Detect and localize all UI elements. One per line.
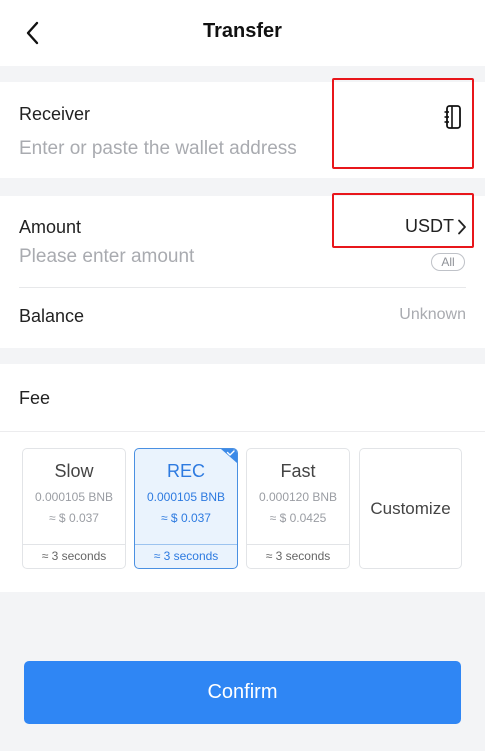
fee-option-slow[interactable]: Slow 0.000105 BNB ≈ $ 0.037 ≈ 3 seconds bbox=[22, 448, 126, 569]
receiver-label: Receiver bbox=[19, 104, 91, 124]
fee-option-usd: ≈ $ 0.0425 bbox=[269, 511, 327, 525]
customize-fee-button[interactable]: Customize bbox=[359, 448, 462, 569]
fee-section: Fee Slow 0.000105 BNB ≈ $ 0.037 ≈ 3 seco… bbox=[0, 364, 485, 592]
app-header: Transfer bbox=[0, 0, 485, 66]
fee-option-fast[interactable]: Fast 0.000120 BNB ≈ $ 0.0425 ≈ 3 seconds bbox=[246, 448, 350, 569]
amount-input[interactable]: Please enter amount bbox=[19, 246, 194, 268]
token-selector-highlight bbox=[332, 193, 474, 248]
fee-option-name: REC bbox=[166, 461, 205, 481]
fee-option-rec[interactable]: REC 0.000105 BNB ≈ $ 0.037 ≈ 3 seconds bbox=[134, 448, 238, 569]
address-book-highlight bbox=[332, 78, 474, 169]
amount-label: Amount bbox=[19, 217, 82, 237]
page-title: Transfer bbox=[203, 20, 282, 42]
fee-option-bnb: 0.000120 BNB bbox=[258, 490, 338, 504]
receiver-section: Receiver Enter or paste the wallet addre… bbox=[0, 78, 485, 178]
fee-option-time: ≈ 3 seconds bbox=[23, 544, 125, 568]
fee-option-name: Fast bbox=[280, 461, 316, 481]
amount-section: Amount Please enter amount USDT All Bala… bbox=[0, 193, 485, 348]
fee-option-usd: ≈ $ 0.037 bbox=[49, 511, 99, 525]
divider bbox=[19, 287, 466, 288]
fee-option-usd: ≈ $ 0.037 bbox=[161, 511, 211, 525]
balance-label: Balance bbox=[19, 306, 85, 326]
fee-option-bnb: 0.000105 BNB bbox=[34, 490, 114, 504]
fee-option-time: ≈ 3 seconds bbox=[135, 544, 237, 568]
fee-option-name: Slow bbox=[54, 461, 94, 481]
confirm-button[interactable]: Confirm bbox=[24, 661, 461, 724]
receiver-address-input[interactable]: Enter or paste the wallet address bbox=[19, 138, 297, 160]
fee-label: Fee bbox=[19, 388, 51, 408]
balance-value: Unknown bbox=[399, 306, 466, 323]
divider bbox=[0, 431, 485, 432]
fee-option-time: ≈ 3 seconds bbox=[247, 544, 349, 568]
fee-option-bnb: 0.000105 BNB bbox=[146, 490, 226, 504]
all-button[interactable]: All bbox=[431, 253, 465, 271]
